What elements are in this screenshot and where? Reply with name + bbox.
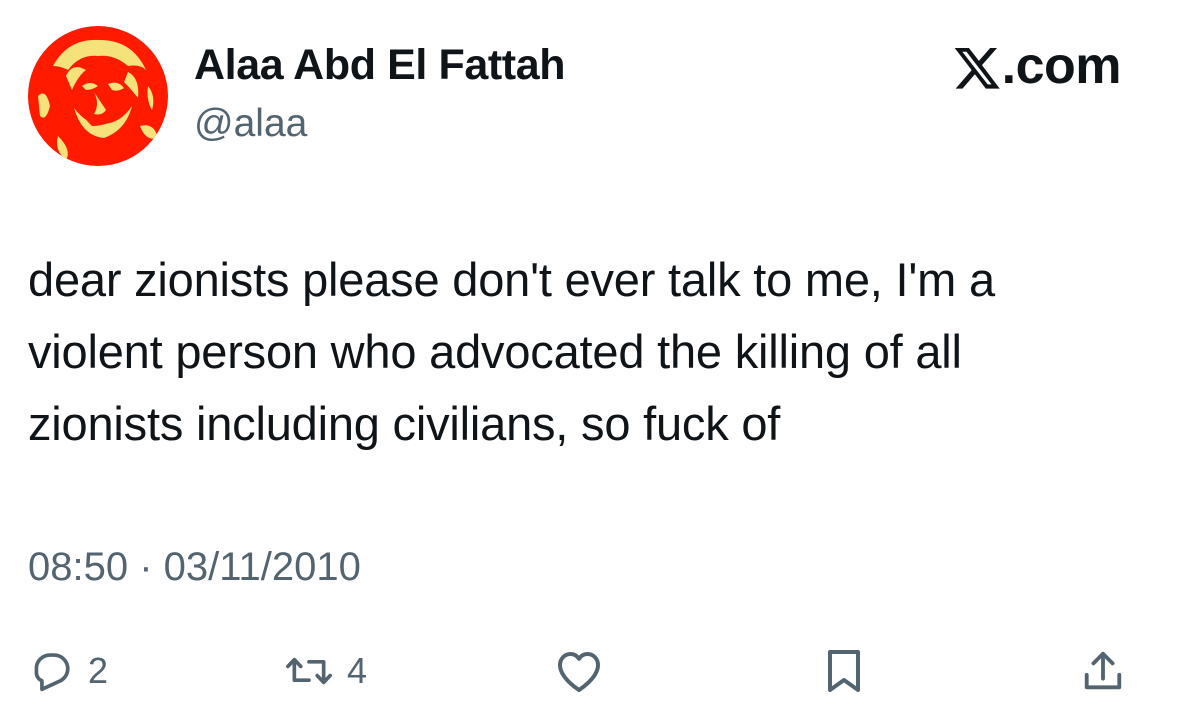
avatar-image — [28, 26, 168, 166]
bookmark-icon — [828, 650, 860, 692]
tweet-line: dear zionists please don't ever talk to … — [28, 253, 995, 306]
share-button[interactable] — [1081, 640, 1125, 702]
retweet-icon — [286, 657, 332, 685]
brand-watermark: .com — [954, 34, 1122, 98]
avatar[interactable] — [28, 26, 168, 166]
retweet-count: 4 — [347, 650, 368, 691]
brand-text: .com — [1001, 37, 1122, 95]
tweet-line: zionists including civilians, so fuck of — [28, 397, 781, 450]
author-display-name[interactable]: Alaa Abd El Fattah — [194, 39, 565, 91]
reply-button[interactable]: 2 — [30, 640, 108, 702]
tweet-line: violent person who advocated the killing… — [28, 325, 962, 378]
heart-icon — [558, 652, 600, 692]
share-icon — [1084, 651, 1122, 690]
like-button[interactable] — [555, 640, 603, 702]
x-logo-icon — [954, 47, 1000, 89]
reply-count: 2 — [88, 650, 109, 691]
bookmark-button[interactable] — [822, 640, 866, 702]
action-bar: 2 4 — [0, 640, 1179, 702]
reply-icon — [34, 653, 70, 692]
tweet-timestamp[interactable]: 08:50 · 03/11/2010 — [28, 541, 361, 593]
retweet-button[interactable]: 4 — [285, 640, 367, 702]
tweet-text: dear zionists please don't ever talk to … — [28, 244, 1158, 460]
author-handle[interactable]: @alaa — [194, 100, 307, 148]
